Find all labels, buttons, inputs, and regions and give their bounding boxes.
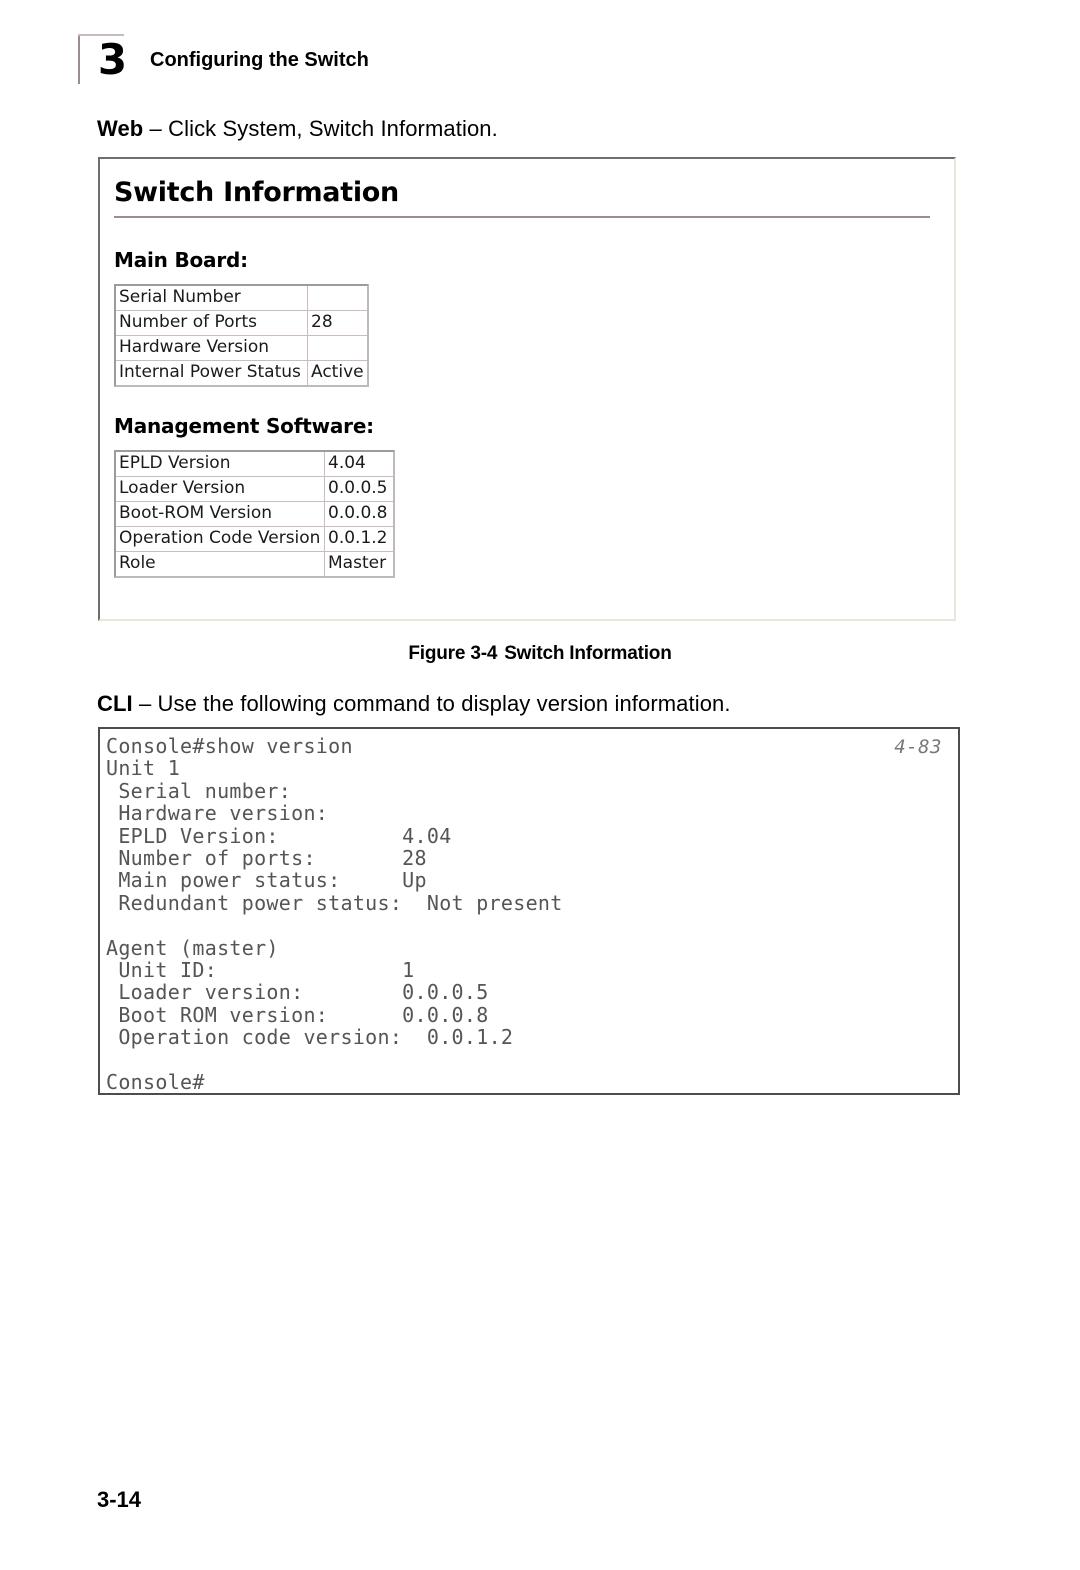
cli-instruction-text: Use the following command to display ver… [157, 691, 731, 716]
table-cell-value [308, 286, 367, 311]
table-cell-value: Master [328, 553, 387, 573]
table-row: Role Master [116, 552, 393, 576]
chapter-rule-top-decoration [78, 34, 124, 36]
chapter-badge: 3 [78, 32, 136, 84]
cli-instruction-label: CLI [97, 691, 133, 716]
table-cell-key: Serial Number [116, 286, 308, 311]
table-row: Boot-ROM Version 0.0.0.8 [116, 502, 393, 527]
table-row: Loader Version 0.0.0.5 [116, 477, 393, 502]
table-row: EPLD Version 4.04 [116, 452, 393, 477]
cli-console-output-box: Console#show version Unit 1 Serial numbe… [98, 727, 960, 1095]
table-cell-key: Role [116, 552, 325, 576]
running-head-title: Configuring the Switch [150, 48, 369, 71]
management-software-label: Management Software: [114, 414, 374, 438]
table-cell-key: Operation Code Version [116, 527, 325, 552]
chapter-rule-left-decoration [78, 36, 80, 84]
cli-instruction-dash: – [132, 691, 158, 716]
table-cell-key: EPLD Version [116, 452, 325, 477]
table-row: Serial Number [116, 286, 367, 311]
table-cell-value: 28 [308, 311, 367, 336]
web-instruction-dash: – [143, 116, 169, 141]
cli-page-reference: 4-83 [894, 736, 942, 758]
figure-caption-number: Figure 3-4 [408, 643, 498, 664]
figure-caption-title: Switch Information [504, 643, 672, 664]
page-number: 3-14 [97, 1487, 142, 1512]
table-row: Operation Code Version 0.0.1.2 [116, 527, 393, 552]
table-cell-value: 0.0.0.8 [325, 502, 393, 527]
figure-caption: Figure 3-4 Switch Information [0, 643, 1080, 665]
panel-title: Switch Information [114, 177, 399, 208]
switch-information-screenshot-panel: Switch Information Main Board: Serial Nu… [98, 157, 956, 621]
web-instruction-label: Web [97, 116, 144, 141]
table-cell-value: 0.0.0.5 [325, 477, 393, 502]
table-cell-value: Active [311, 362, 364, 382]
table-row: Internal Power Status Active [116, 361, 367, 385]
table-cell-key: Internal Power Status [116, 361, 308, 385]
web-instruction-paragraph: Web – Click System, Switch Information. [97, 116, 498, 142]
table-cell-key: Loader Version [116, 477, 325, 502]
management-software-table: EPLD Version 4.04 Loader Version 0.0.0.5… [114, 450, 395, 578]
chapter-number: 3 [97, 35, 127, 84]
panel-content: Switch Information Main Board: Serial Nu… [114, 177, 940, 578]
cli-instruction-paragraph: CLI – Use the following command to displ… [97, 691, 731, 717]
table-cell-value [308, 336, 367, 361]
panel-title-rule-decoration [114, 216, 930, 218]
table-cell-key: Boot-ROM Version [116, 502, 325, 527]
table-cell-key: Number of Ports [116, 311, 308, 336]
web-instruction-text: Click System, Switch Information. [168, 116, 498, 141]
table-row: Number of Ports 28 [116, 311, 367, 336]
main-board-label: Main Board: [114, 248, 248, 272]
cli-console-output-text: Console#show version Unit 1 Serial numbe… [106, 734, 563, 1095]
table-cell-value: 4.04 [325, 452, 393, 477]
running-head: 3 Configuring the Switch [78, 30, 369, 86]
table-row: Hardware Version [116, 336, 367, 361]
table-cell-value: 0.0.1.2 [325, 527, 393, 552]
table-cell-key: Hardware Version [116, 336, 308, 361]
main-board-table: Serial Number Number of Ports 28 Hardwar… [114, 284, 369, 387]
